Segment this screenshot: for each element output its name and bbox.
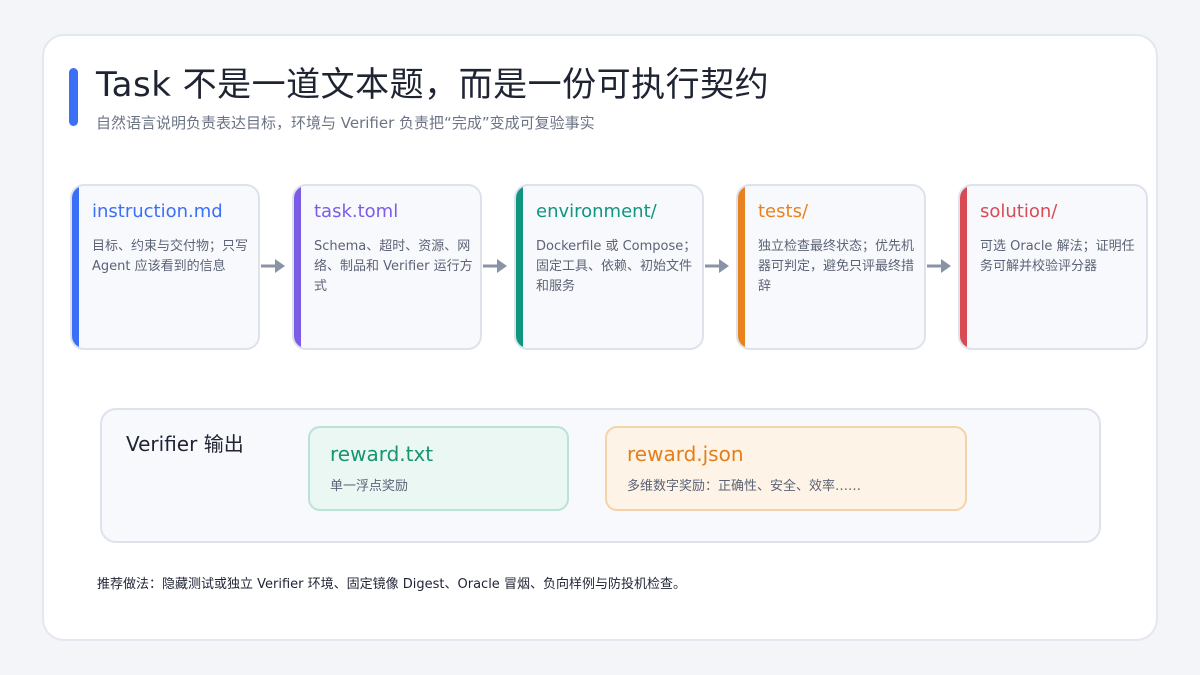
stage-accent bbox=[72, 186, 79, 348]
page-title: Task 不是一道文本题，而是一份可执行契约 bbox=[96, 65, 770, 105]
recommendation-note: 推荐做法：隐藏测试或独立 Verifier 环境、固定镜像 Digest、Ora… bbox=[97, 577, 686, 592]
stage-description: Schema、超时、资源、网络、制品和 Verifier 运行方式 bbox=[314, 239, 473, 294]
stage-description: Dockerfile 或 Compose；固定工具、依赖、初始文件和服务 bbox=[536, 239, 697, 294]
stage-accent bbox=[738, 186, 745, 348]
stage-tests: tests/ 独立检查最终状态；优先机器可判定，避免只评最终措辞 bbox=[736, 184, 926, 350]
page-subtitle: 自然语言说明负责表达目标，环境与 Verifier 负责把“完成”变成可复验事实 bbox=[96, 114, 595, 132]
verifier-title: Verifier 输出 bbox=[126, 432, 244, 456]
stage-description: 独立检查最终状态；优先机器可判定，避免只评最终措辞 bbox=[758, 239, 915, 294]
reward-txt-box: reward.txt 单一浮点奖励 bbox=[308, 426, 569, 511]
stage-accent bbox=[516, 186, 523, 348]
reward-name: reward.txt bbox=[330, 442, 434, 466]
stage-accent bbox=[960, 186, 967, 348]
stage-name: instruction.md bbox=[92, 201, 223, 222]
stage-task-toml: task.toml Schema、超时、资源、网络、制品和 Verifier 运… bbox=[292, 184, 482, 350]
reward-description: 多维数字奖励：正确性、安全、效率…… bbox=[627, 479, 862, 494]
arrow-right-icon bbox=[483, 259, 507, 273]
stage-accent bbox=[294, 186, 301, 348]
stage-name: tests/ bbox=[758, 201, 809, 222]
arrow-right-icon bbox=[927, 259, 951, 273]
stage-instruction: instruction.md 目标、约束与交付物；只写 Agent 应该看到的信… bbox=[70, 184, 260, 350]
stage-name: task.toml bbox=[314, 201, 399, 222]
stage-name: solution/ bbox=[980, 201, 1058, 222]
stage-description: 目标、约束与交付物；只写 Agent 应该看到的信息 bbox=[92, 239, 249, 274]
stage-name: environment/ bbox=[536, 201, 657, 222]
reward-name: reward.json bbox=[627, 442, 744, 466]
title-accent-bar bbox=[69, 68, 78, 126]
arrow-right-icon bbox=[261, 259, 285, 273]
stage-environment: environment/ Dockerfile 或 Compose；固定工具、依… bbox=[514, 184, 704, 350]
arrow-right-icon bbox=[705, 259, 729, 273]
reward-json-box: reward.json 多维数字奖励：正确性、安全、效率…… bbox=[605, 426, 967, 511]
reward-description: 单一浮点奖励 bbox=[330, 479, 409, 494]
stage-description: 可选 Oracle 解法；证明任务可解并校验评分器 bbox=[980, 239, 1135, 274]
stage-solution: solution/ 可选 Oracle 解法；证明任务可解并校验评分器 bbox=[958, 184, 1148, 350]
